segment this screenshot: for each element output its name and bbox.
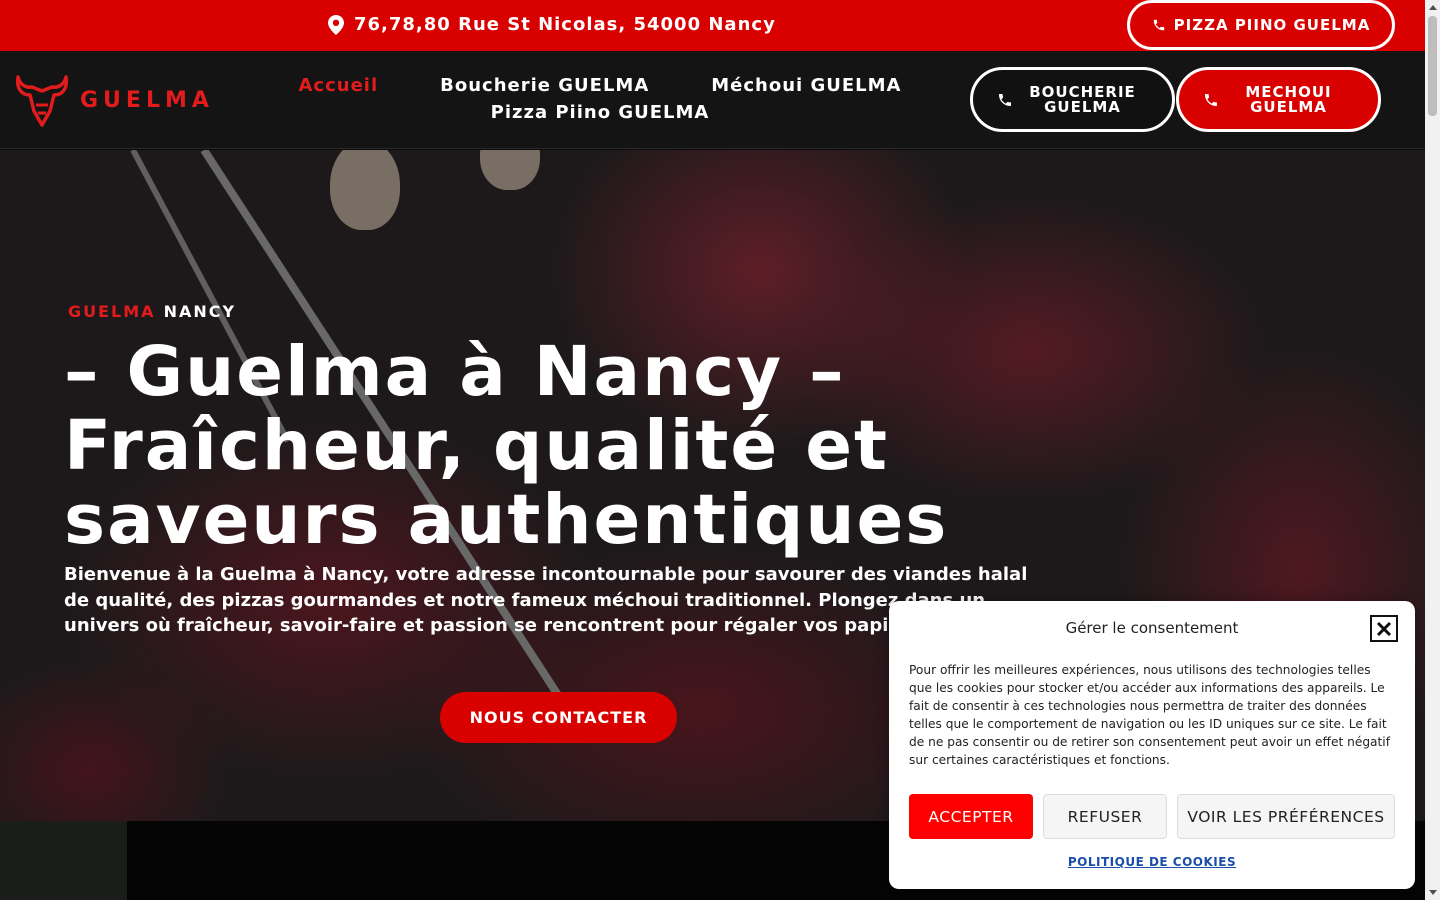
top-bar: 76,78,80 Rue St Nicolas, 54000 Nancy PIZ… [0, 0, 1425, 51]
mechoui-call-label: MECHOUI GUELMA [1245, 82, 1332, 116]
pizza-piino-call-button[interactable]: PIZZA PIINO GUELMA [1127, 0, 1395, 50]
hero-kicker: GUELMA NANCY [68, 302, 236, 321]
cookie-preferences-button[interactable]: VOIR LES PRÉFÉRENCES [1177, 794, 1395, 839]
scrollbar-thumb[interactable] [1428, 16, 1437, 116]
mechoui-call-button[interactable]: MECHOUI GUELMA [1176, 67, 1381, 132]
logo[interactable]: GUELMA [14, 71, 214, 129]
nav-item-pizza[interactable]: Pizza Piino GUELMA [491, 102, 710, 123]
scroll-up-arrow-icon[interactable] [1429, 5, 1437, 10]
scroll-down-arrow-icon[interactable] [1429, 890, 1437, 895]
phone-icon [1153, 19, 1164, 31]
cookie-body-text: Pour offrir les meilleures expériences, … [909, 663, 1390, 767]
phone-icon [999, 93, 1011, 106]
close-icon [1376, 621, 1392, 636]
page-scrollbar[interactable] [1425, 0, 1440, 900]
boucherie-call-label: BOUCHERIE GUELMA [1029, 82, 1136, 116]
hero-kicker-city: NANCY [163, 302, 237, 321]
nav-item-mechoui[interactable]: Méchoui GUELMA [711, 75, 901, 96]
address: 76,78,80 Rue St Nicolas, 54000 Nancy [328, 14, 776, 35]
section-edge [0, 821, 127, 900]
cookie-title: Gérer le consentement [1065, 619, 1239, 637]
nav-item-boucherie[interactable]: Boucherie GUELMA [440, 75, 649, 96]
hero-kicker-brand: GUELMA [68, 302, 156, 321]
cookie-consent-banner: Gérer le consentement Pour offrir les me… [889, 601, 1415, 889]
cookie-policy-link[interactable]: POLITIQUE DE COOKIES [889, 855, 1415, 869]
main-nav: Accueil Boucherie GUELMA Méchoui GUELMA … [250, 75, 950, 123]
pizza-piino-call-label: PIZZA PIINO GUELMA [1173, 16, 1371, 34]
cookie-refuse-button[interactable]: REFUSER [1043, 794, 1167, 839]
cookie-accept-button[interactable]: ACCEPTER [909, 794, 1033, 839]
boucherie-call-button[interactable]: BOUCHERIE GUELMA [970, 67, 1175, 132]
address-text: 76,78,80 Rue St Nicolas, 54000 Nancy [354, 14, 776, 35]
bull-logo-icon [15, 75, 69, 127]
nav-item-accueil[interactable]: Accueil [299, 75, 379, 96]
logo-text: GUELMA [80, 87, 214, 113]
contact-button[interactable]: NOUS CONTACTER [440, 692, 677, 743]
cookie-close-button[interactable] [1370, 615, 1398, 642]
phone-icon [1205, 93, 1217, 106]
site-header: GUELMA Accueil Boucherie GUELMA Méchoui … [0, 51, 1425, 149]
hero-title: – Guelma à Nancy – Fraîcheur, qualité et… [64, 332, 949, 560]
map-pin-icon [328, 14, 344, 35]
